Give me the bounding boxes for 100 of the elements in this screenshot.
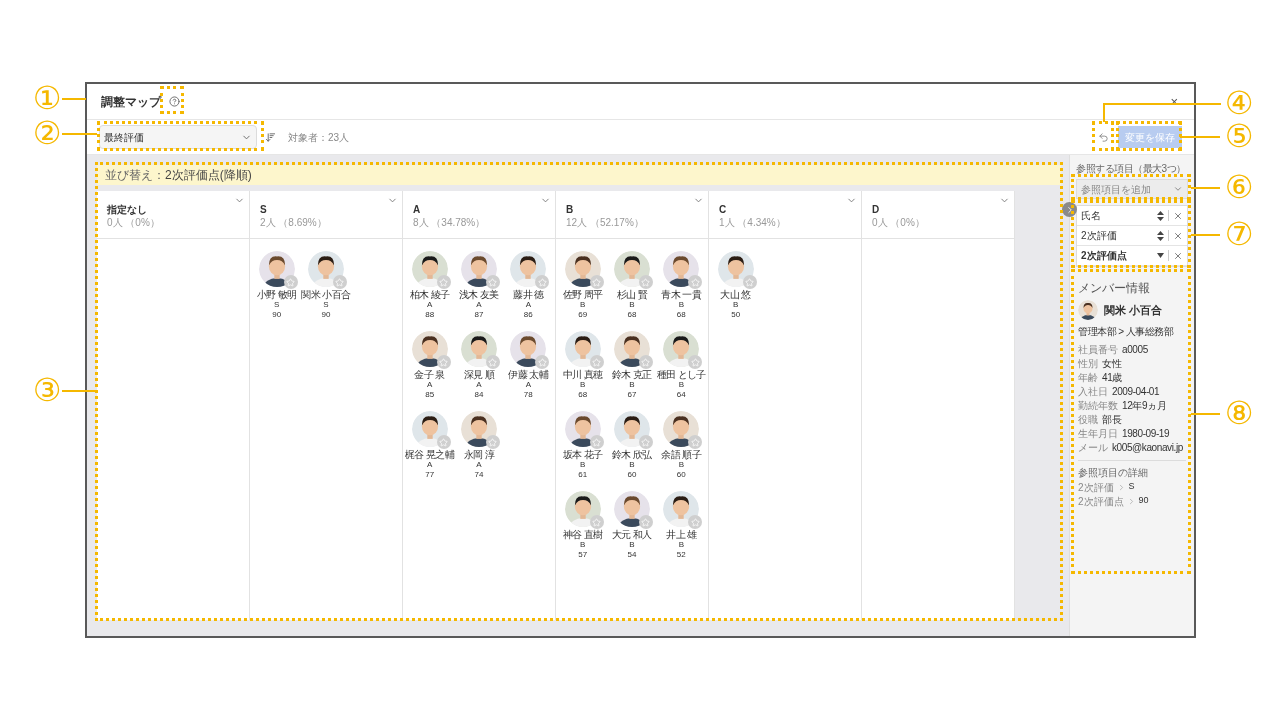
column-count: 0人 （0%） — [872, 216, 926, 230]
field-label: 性別 — [1078, 356, 1098, 371]
field-label: 生年月日 — [1078, 426, 1118, 441]
member-score: 54 — [627, 550, 637, 560]
member-name: 小野 敏明 — [256, 289, 297, 300]
member-score: 61 — [578, 470, 588, 480]
member-score: 90 — [321, 310, 331, 320]
favorite-star-icon[interactable] — [535, 275, 550, 289]
sort-icon[interactable] — [1157, 253, 1164, 258]
favorite-star-icon[interactable] — [688, 355, 703, 369]
chevron-down-icon — [1173, 184, 1183, 194]
callout-number: ① — [31, 80, 63, 116]
member-name: 杉山 賢 — [616, 289, 648, 300]
member-grade: B — [580, 540, 586, 550]
evaluation-select[interactable]: 最終評価 — [99, 125, 257, 149]
member-grade: B — [629, 380, 635, 390]
field-label: メール — [1078, 440, 1108, 455]
member-score: 60 — [676, 470, 686, 480]
remove-icon[interactable] — [1173, 230, 1183, 241]
member-grade: A — [427, 460, 433, 470]
remove-icon[interactable] — [1173, 210, 1183, 221]
member-score: 68 — [578, 390, 588, 400]
leader-line — [62, 98, 86, 100]
favorite-star-icon[interactable] — [688, 275, 703, 289]
column-count: 1人 （4.34%） — [719, 216, 787, 230]
member-name: 青木 一貴 — [661, 289, 702, 300]
member-name: 伊藤 太輔 — [508, 369, 549, 380]
member-grade: A — [476, 460, 482, 470]
callout-number: ⑧ — [1223, 395, 1255, 431]
detail-label: 2次評価 — [1078, 480, 1114, 495]
member-name: 井上 雄 — [666, 529, 697, 540]
window-title: 調整マップ — [101, 93, 161, 111]
member-score: 85 — [425, 390, 435, 400]
member-name: 中川 真穂 — [562, 369, 603, 380]
field-value: k005@kaonavi.jp — [1112, 440, 1183, 455]
member-grade: A — [525, 300, 531, 310]
callout-number: ⑥ — [1223, 169, 1255, 205]
member-grade: A — [427, 300, 433, 310]
detail-value: S — [1128, 480, 1135, 494]
member-score: 68 — [676, 310, 686, 320]
sort-value: 2次評価点(降順) — [165, 167, 252, 184]
member-grade: B — [678, 380, 684, 390]
column-title: C — [719, 203, 728, 216]
member-grade: B — [733, 300, 739, 310]
member-name: 永岡 淳 — [463, 449, 495, 460]
sort-icon[interactable] — [265, 131, 276, 143]
field-value: a0005 — [1122, 342, 1148, 357]
member-score: 88 — [425, 310, 435, 320]
member-name: 深見 順 — [463, 369, 495, 380]
member-name: 柏木 綾子 — [409, 289, 450, 300]
member-grade: B — [629, 540, 635, 550]
leader-line — [62, 133, 97, 135]
field-label: 役職 — [1078, 412, 1098, 427]
reference-item: 2次評価点 — [1081, 249, 1128, 263]
sort-icon[interactable] — [1157, 210, 1164, 221]
column-title: S — [260, 203, 268, 216]
sort-icon[interactable] — [1157, 230, 1164, 241]
field-label: 入社日 — [1078, 384, 1108, 399]
favorite-star-icon[interactable] — [535, 355, 550, 369]
column-count: 12人 （52.17%） — [566, 216, 645, 230]
member-grade: A — [476, 380, 482, 390]
column-title: 指定なし — [107, 203, 148, 216]
member-grade: S — [274, 300, 280, 310]
member-grade: B — [629, 300, 635, 310]
member-name: 関米 小百合 — [1104, 302, 1163, 318]
leader-line — [1191, 234, 1220, 236]
member-score: 84 — [474, 390, 484, 400]
remove-icon[interactable] — [1173, 250, 1183, 261]
member-score: 87 — [474, 310, 484, 320]
member-name: 神谷 直樹 — [562, 529, 603, 540]
member-name: 浅木 友美 — [459, 289, 499, 300]
member-score: 86 — [523, 310, 533, 320]
column-count: 2人 （8.69%） — [260, 216, 328, 230]
member-name: 余語 順子 — [661, 449, 702, 460]
help-icon[interactable] — [169, 96, 180, 107]
member-name: 鈴木 欣弘 — [612, 449, 652, 460]
member-grade: A — [427, 380, 433, 390]
field-value: 41歳 — [1102, 370, 1122, 385]
callout-number: ③ — [31, 372, 63, 408]
leader-line — [62, 390, 95, 392]
reference-item: 氏名 — [1081, 209, 1102, 223]
leader-line — [1191, 187, 1220, 189]
callout-number: ⑦ — [1223, 216, 1255, 252]
member-name: 種田 とし子 — [656, 369, 706, 380]
field-value: 女性 — [1102, 356, 1122, 371]
field-value: 1980-09-19 — [1122, 426, 1170, 441]
callout-number: ② — [31, 115, 63, 151]
member-score: 77 — [425, 470, 435, 480]
section-heading: メンバー情報 — [1078, 280, 1151, 297]
favorite-star-icon[interactable] — [688, 515, 703, 529]
member-grade: A — [476, 300, 482, 310]
department: 管理本部 > 人事総務部 — [1078, 325, 1175, 339]
member-grade: B — [580, 300, 586, 310]
favorite-star-icon[interactable] — [688, 435, 703, 449]
column-count: 0人 （0%） — [107, 216, 161, 230]
column-title: B — [566, 203, 575, 216]
member-score: 68 — [627, 310, 637, 320]
section-heading: 参照項目の詳細 — [1078, 466, 1149, 480]
column-title: D — [872, 203, 881, 216]
detail-label: 2次評価点 — [1078, 494, 1124, 509]
